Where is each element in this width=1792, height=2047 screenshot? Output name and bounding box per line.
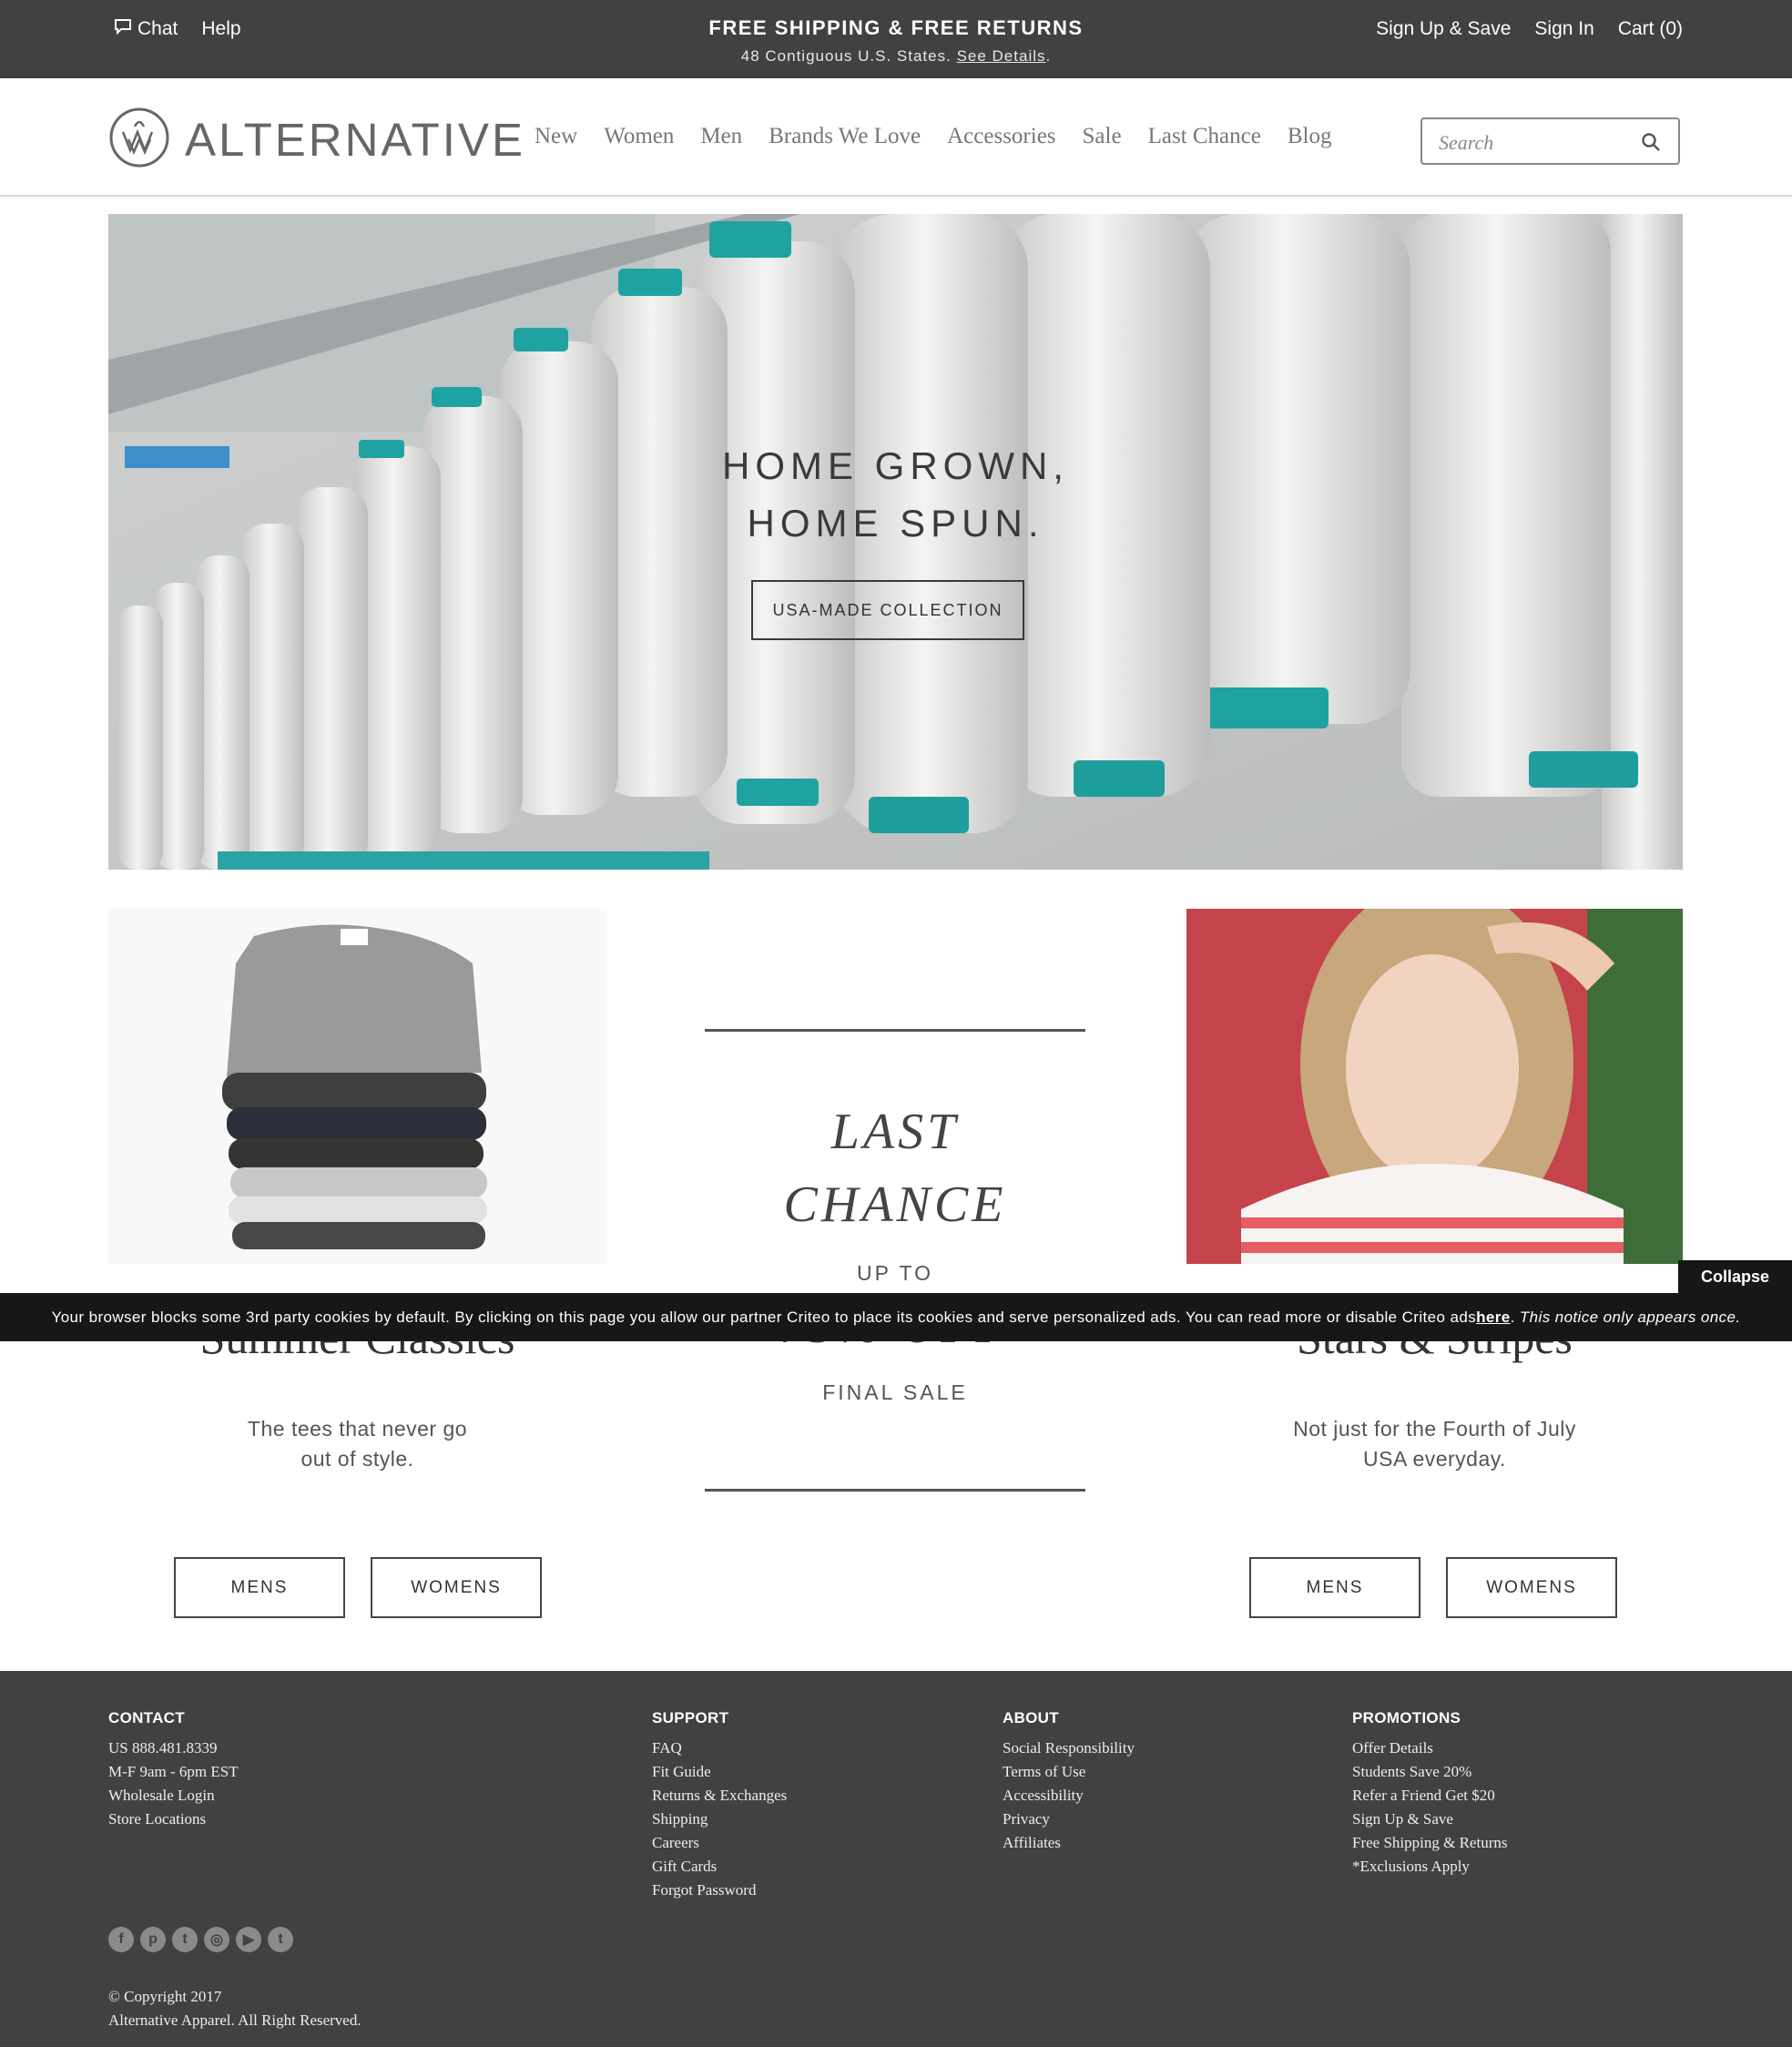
copyright: © Copyright 2017 Alternative Apparel. Al… — [108, 1985, 361, 2032]
nav-item-last-chance[interactable]: Last Chance — [1148, 124, 1261, 149]
footer-offer-details[interactable]: Offer Details — [1352, 1736, 1507, 1760]
footer-returns[interactable]: Returns & Exchanges — [652, 1784, 787, 1808]
footer-phone[interactable]: US 888.481.8339 — [108, 1736, 239, 1760]
last-chance-top-rule — [705, 1029, 1085, 1032]
summer-classics-mens-button[interactable]: MENS — [174, 1557, 345, 1618]
instagram-icon[interactable]: ◎ — [204, 1927, 229, 1952]
footer-support-heading: SUPPORT — [652, 1709, 729, 1726]
footer-privacy[interactable]: Privacy — [1003, 1808, 1135, 1831]
hero-headline-line2: HOME SPUN. — [747, 502, 1044, 545]
sign-up-link[interactable]: Sign Up & Save — [1376, 18, 1511, 40]
copyright-line1: © Copyright 2017 — [108, 1988, 222, 2005]
nav-item-women[interactable]: Women — [604, 124, 674, 149]
last-chance-promo[interactable]: LAST CHANCE UP TO 75% OFF FINAL SALE — [705, 1029, 1085, 1492]
logo-icon — [108, 107, 170, 173]
usa-made-collection-button[interactable]: USA-MADE COLLECTION — [751, 580, 1024, 640]
twitter-icon[interactable]: t — [172, 1927, 198, 1952]
footer-fit-guide[interactable]: Fit Guide — [652, 1760, 787, 1784]
last-chance-final-sale: FINAL SALE — [822, 1380, 968, 1404]
nav-item-men[interactable]: Men — [700, 124, 742, 149]
footer-affiliates[interactable]: Affiliates — [1003, 1831, 1135, 1855]
last-chance-title-line2: CHANCE — [783, 1176, 1007, 1233]
logo[interactable]: ALTERNATIVE — [108, 107, 525, 173]
footer-promotions-heading: PROMOTIONS — [1352, 1709, 1461, 1726]
footer-contact-heading: CONTACT — [108, 1709, 185, 1726]
sign-in-link[interactable]: Sign In — [1534, 18, 1593, 40]
tumblr-icon[interactable]: t — [268, 1927, 293, 1952]
hero-banner[interactable]: HOME GROWN, HOME SPUN. USA-MADE COLLECTI… — [108, 214, 1683, 870]
footer-refer-friend[interactable]: Refer a Friend Get $20 — [1352, 1784, 1507, 1808]
main-nav: New Women Men Brands We Love Accessories… — [535, 124, 1331, 149]
footer-faq[interactable]: FAQ — [652, 1736, 787, 1760]
last-chance-up-to: UP TO — [856, 1261, 934, 1285]
summer-classics-womens-button[interactable]: WOMENS — [371, 1557, 542, 1618]
summer-classics-description: The tees that never go out of style. — [108, 1414, 606, 1474]
hero-headline-line1: HOME GROWN, — [722, 444, 1069, 487]
cookie-collapse-button[interactable]: Collapse — [1678, 1260, 1792, 1293]
footer-forgot-password[interactable]: Forgot Password — [652, 1879, 787, 1902]
footer-shipping[interactable]: Shipping — [652, 1808, 787, 1831]
shipping-promo-period: . — [1045, 47, 1052, 65]
stars-stripes-image[interactable] — [1186, 909, 1683, 1264]
tees-stack-image — [108, 909, 606, 1264]
see-details-link[interactable]: See Details — [957, 47, 1046, 65]
footer-wholesale-login[interactable]: Wholesale Login — [108, 1784, 239, 1808]
shipping-promo-subtitle: 48 Contiguous U.S. States. See Details. — [0, 47, 1792, 66]
facebook-icon[interactable]: f — [108, 1927, 134, 1952]
cookie-here-link[interactable]: here — [1476, 1309, 1511, 1326]
cart-link[interactable]: Cart (0) — [1618, 18, 1683, 40]
nav-item-blog[interactable]: Blog — [1288, 124, 1332, 149]
model-photo — [1186, 909, 1683, 1264]
nav-item-sale[interactable]: Sale — [1083, 124, 1122, 149]
stars-stripes-mens-button[interactable]: MENS — [1249, 1557, 1420, 1618]
footer-about-heading: ABOUT — [1003, 1709, 1059, 1726]
shipping-promo-text: 48 Contiguous U.S. States. — [740, 47, 952, 65]
footer-contact: CONTACT US 888.481.8339 M-F 9am - 6pm ES… — [108, 1709, 239, 1831]
top-bar: Chat Help FREE SHIPPING & FREE RETURNS 4… — [0, 0, 1792, 78]
stars-stripes-womens-button[interactable]: WOMENS — [1446, 1557, 1617, 1618]
footer-about: ABOUT Social Responsibility Terms of Use… — [1003, 1709, 1135, 1855]
footer-students-save[interactable]: Students Save 20% — [1352, 1760, 1507, 1784]
copyright-line2: Alternative Apparel. All Right Reserved. — [108, 2011, 361, 2029]
footer-terms[interactable]: Terms of Use — [1003, 1760, 1135, 1784]
cookie-notice-text: Your browser blocks some 3rd party cooki… — [51, 1308, 1477, 1326]
footer-accessibility[interactable]: Accessibility — [1003, 1784, 1135, 1808]
footer-social-responsibility[interactable]: Social Responsibility — [1003, 1736, 1135, 1760]
search-placeholder: Search — [1439, 131, 1494, 154]
cookie-notice-bar: Your browser blocks some 3rd party cooki… — [0, 1293, 1792, 1341]
stars-stripes-description: Not just for the Fourth of July USA ever… — [1186, 1414, 1683, 1474]
pinterest-icon[interactable]: p — [140, 1927, 166, 1952]
footer-sign-up-save[interactable]: Sign Up & Save — [1352, 1808, 1507, 1831]
footer-promotions: PROMOTIONS Offer Details Students Save 2… — [1352, 1709, 1507, 1879]
footer-exclusions[interactable]: *Exclusions Apply — [1352, 1855, 1507, 1879]
nav-item-accessories[interactable]: Accessories — [947, 124, 1055, 149]
last-chance-bottom-rule — [705, 1489, 1085, 1492]
footer-gift-cards[interactable]: Gift Cards — [652, 1855, 787, 1879]
summer-classics-desc-line1: The tees that never go — [247, 1417, 468, 1441]
nav-item-brands[interactable]: Brands We Love — [769, 124, 921, 149]
stars-stripes-desc-line1: Not just for the Fourth of July — [1293, 1417, 1576, 1441]
search-input[interactable]: Search — [1420, 117, 1680, 165]
summer-classics-image[interactable] — [108, 909, 606, 1264]
footer-free-shipping[interactable]: Free Shipping & Returns — [1352, 1831, 1507, 1855]
hero-headline: HOME GROWN, HOME SPUN. — [108, 437, 1683, 552]
last-chance-title: LAST CHANCE — [705, 1095, 1085, 1241]
search-icon[interactable] — [1640, 131, 1662, 158]
footer-store-locations[interactable]: Store Locations — [108, 1808, 239, 1831]
last-chance-title-line1: LAST — [830, 1104, 960, 1160]
footer-careers[interactable]: Careers — [652, 1831, 787, 1855]
site-header: ALTERNATIVE New Women Men Brands We Love… — [0, 78, 1792, 197]
social-links: f p t ◎ ▶ t — [108, 1927, 293, 1952]
footer-hours: M-F 9am - 6pm EST — [108, 1763, 239, 1780]
logo-wordmark: ALTERNATIVE — [185, 114, 526, 166]
footer-support: SUPPORT FAQ Fit Guide Returns & Exchange… — [652, 1709, 787, 1902]
top-bar-right-links: Sign Up & Save Sign In Cart (0) — [1376, 18, 1683, 40]
nav-item-new[interactable]: New — [535, 124, 577, 149]
summer-classics-desc-line2: out of style. — [300, 1447, 414, 1471]
youtube-icon[interactable]: ▶ — [236, 1927, 261, 1952]
cookie-notice-tail: This notice only appears once. — [1519, 1308, 1741, 1326]
stars-stripes-desc-line2: USA everyday. — [1363, 1447, 1506, 1471]
